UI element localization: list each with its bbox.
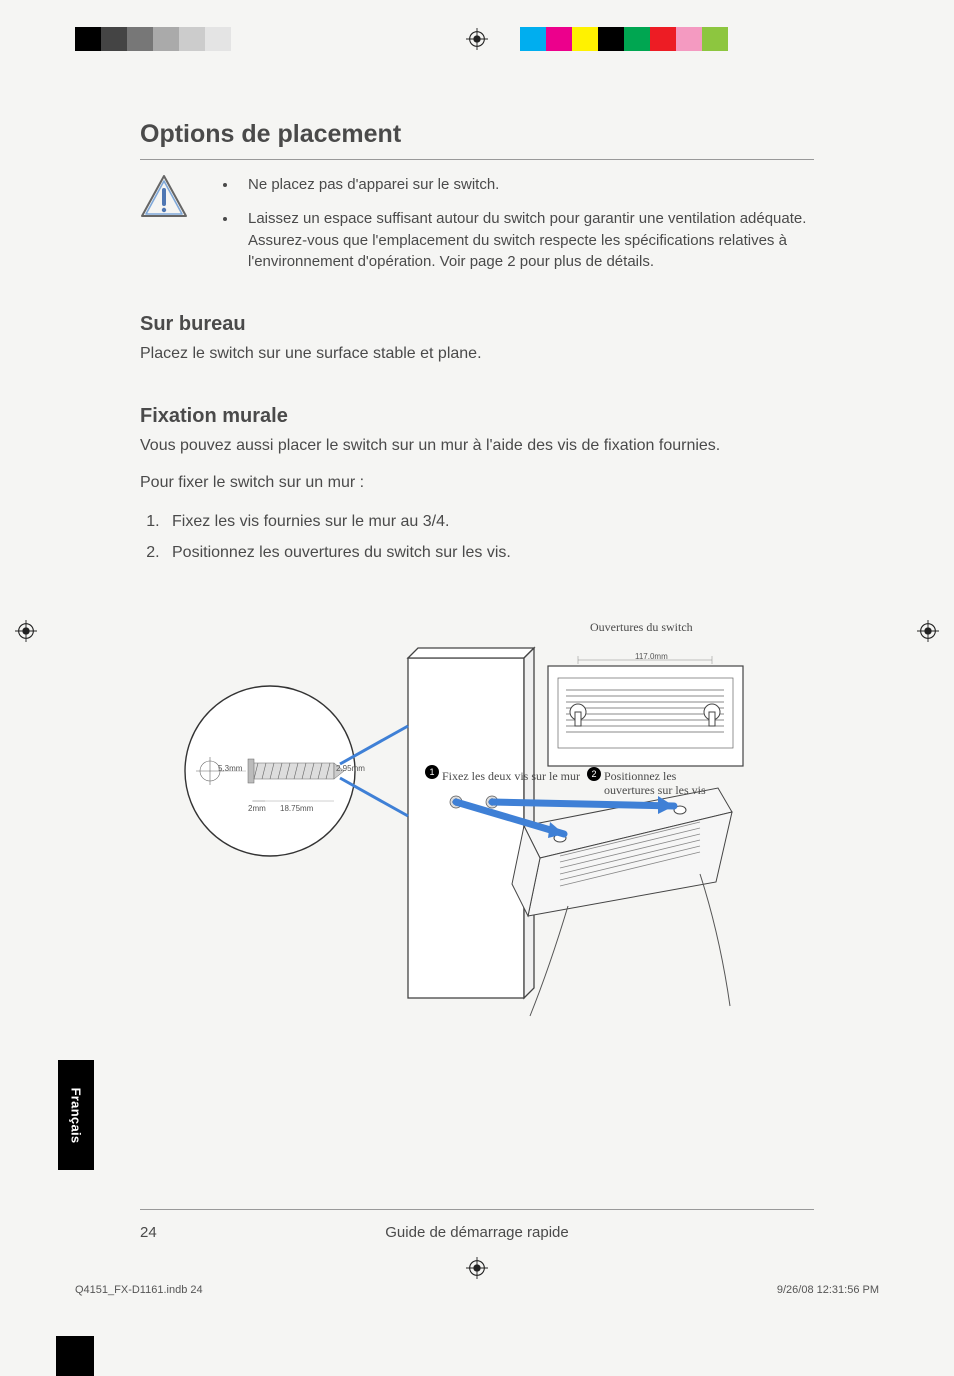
step-item: Positionnez les ouvertures du switch sur… bbox=[164, 540, 814, 566]
figure-callout: ouvertures sur les vis bbox=[604, 783, 706, 798]
svg-text:2: 2 bbox=[591, 769, 596, 779]
footer-title: Guide de démarrage rapide bbox=[190, 1224, 764, 1241]
crop-color-bars bbox=[0, 25, 954, 53]
body-text: Placez le switch sur une surface stable … bbox=[140, 342, 814, 365]
section-heading: Fixation murale bbox=[140, 405, 814, 428]
body-text: Vous pouvez aussi placer le switch sur u… bbox=[140, 434, 814, 457]
page-title: Options de placement bbox=[140, 120, 814, 149]
warning-block: Ne placez pas d'apparei sur le switch. L… bbox=[140, 174, 814, 285]
warning-icon bbox=[140, 174, 188, 285]
warning-list: Ne placez pas d'apparei sur le switch. L… bbox=[216, 174, 814, 285]
language-tab: Français bbox=[58, 1060, 94, 1170]
steps-list: Fixez les vis fournies sur le mur au 3/4… bbox=[140, 509, 814, 566]
step-item: Fixez les vis fournies sur le mur au 3/4… bbox=[164, 509, 814, 535]
warning-item: Ne placez pas d'apparei sur le switch. bbox=[238, 174, 814, 196]
figure-dimension: 117.0mm bbox=[635, 652, 668, 661]
divider bbox=[140, 159, 814, 160]
section-heading: Sur bureau bbox=[140, 313, 814, 336]
figure-dimension: 2mm bbox=[248, 804, 266, 813]
body-text: Pour fixer le switch sur un mur : bbox=[140, 471, 814, 494]
bleed-bar bbox=[56, 1336, 94, 1376]
figure-dimension: 18.75mm bbox=[280, 804, 313, 813]
installation-figure: 1 2 Ouvertures du switch 117.0mm 5.3mm 2… bbox=[140, 606, 814, 1026]
registration-mark-icon bbox=[15, 620, 37, 647]
warning-item: Laissez un espace suffisant autour du sw… bbox=[238, 208, 814, 273]
figure-callout: Positionnez les bbox=[604, 769, 676, 784]
page-footer: 24 Guide de démarrage rapide bbox=[140, 1209, 814, 1241]
print-timestamp: 9/26/08 12:31:56 PM bbox=[777, 1284, 879, 1296]
registration-mark-icon bbox=[466, 1257, 488, 1284]
registration-mark-icon bbox=[917, 620, 939, 647]
print-filename: Q4151_FX-D1161.indb 24 bbox=[75, 1284, 203, 1296]
svg-text:1: 1 bbox=[429, 767, 434, 777]
page-number: 24 bbox=[140, 1224, 190, 1241]
print-footer: Q4151_FX-D1161.indb 24 9/26/08 12:31:56 … bbox=[75, 1284, 879, 1296]
figure-dimension: 5.3mm bbox=[218, 764, 242, 773]
figure-dimension: 2.95mm bbox=[336, 764, 365, 773]
figure-callout: Fixez les deux vis sur le mur bbox=[442, 769, 580, 784]
figure-label: Ouvertures du switch bbox=[590, 620, 693, 635]
